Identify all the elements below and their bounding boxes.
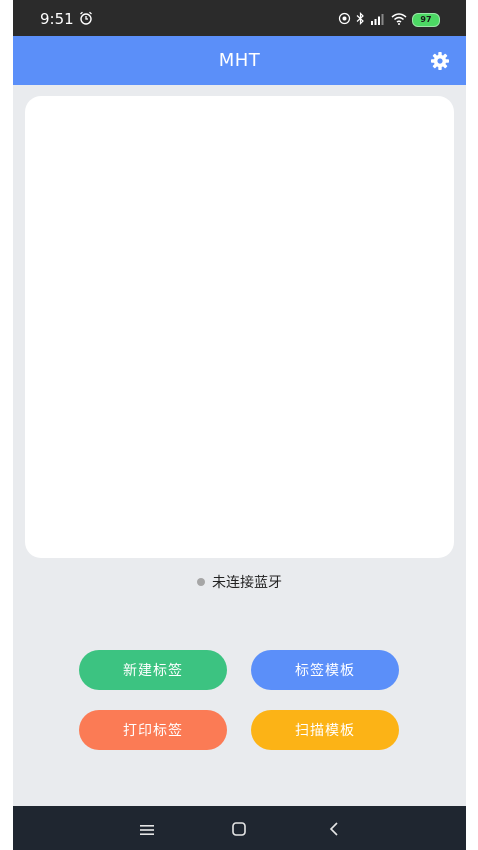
gear-icon[interactable] <box>430 51 450 75</box>
new-label-button[interactable]: 新建标签 <box>79 650 227 690</box>
scan-template-button[interactable]: 扫描模板 <box>251 710 399 750</box>
status-icons: 97 <box>338 10 440 29</box>
page-title: MHT <box>218 50 261 71</box>
label-preview-canvas[interactable] <box>25 96 454 558</box>
home-icon[interactable] <box>232 821 246 840</box>
phone-screen: 9:51 97 MHT 未连接蓝牙 新建标签 标签模板 打印标签 扫描模板 <box>13 0 466 850</box>
bluetooth-status-text: 未连接蓝牙 <box>212 575 282 591</box>
bluetooth-status: 未连接蓝牙 <box>13 572 466 592</box>
back-icon[interactable] <box>329 821 339 840</box>
menu-icon[interactable] <box>140 821 154 840</box>
location-icon <box>338 10 351 29</box>
battery-icon: 97 <box>412 12 440 27</box>
print-label-button[interactable]: 打印标签 <box>79 710 227 750</box>
status-dot-icon <box>197 578 205 586</box>
alarm-icon <box>79 10 93 29</box>
label-template-button[interactable]: 标签模板 <box>251 650 399 690</box>
signal-icon <box>370 10 386 29</box>
wifi-icon <box>391 10 407 29</box>
status-bar: 9:51 97 <box>13 0 466 36</box>
status-time: 9:51 <box>40 10 74 28</box>
app-bar: MHT <box>13 36 466 85</box>
system-nav-bar <box>13 806 466 850</box>
bluetooth-icon <box>356 10 365 29</box>
